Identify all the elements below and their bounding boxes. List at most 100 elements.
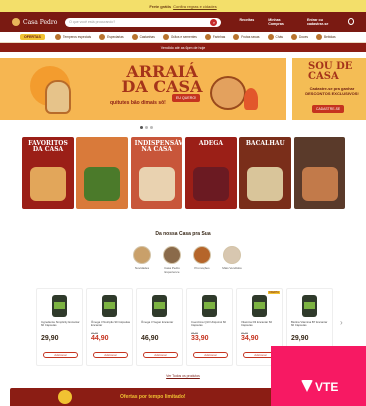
collection-card[interactable]: FAVORITOS DA CASA: [22, 137, 74, 209]
category-item[interactable]: Temperos especiais: [54, 34, 91, 40]
hero-main-banner[interactable]: ARRAIÁ DA CASA quitutes bão dimais sô! E…: [0, 58, 286, 120]
category-icon: [162, 34, 169, 40]
product-card[interactable]: Ômega 3 Vegan Encantar 46,90 Adicionar: [136, 288, 183, 366]
product-image: [102, 295, 117, 317]
card-image: [30, 167, 66, 201]
vtex-overlay: VTE: [271, 346, 366, 406]
category-icon: [267, 34, 274, 40]
nav-login[interactable]: Entrar ou cadastrar-se: [307, 18, 340, 26]
category-icon: [233, 34, 240, 40]
add-to-cart-button[interactable]: Adicionar: [143, 352, 178, 358]
collection-card[interactable]: [293, 137, 346, 209]
limited-offers-banner[interactable]: Ofertas por tempo limitado!: [10, 388, 310, 406]
category-icon: [204, 34, 211, 40]
product-card[interactable]: Coenzima Q10 Ubiquinol 60 Cápsulas 38,90…: [186, 288, 233, 366]
product-image: [152, 295, 167, 317]
product-name: Biotina Vitamina B7 Encantar 60 Cápsulas: [291, 320, 328, 328]
category-icon: [290, 34, 297, 40]
product-price: 46,90: [141, 335, 159, 342]
hero-cta-button[interactable]: EU QUERO!: [172, 94, 201, 102]
add-to-cart-button[interactable]: Adicionar: [93, 352, 128, 358]
product-price: 29,90: [291, 335, 309, 342]
category-item[interactable]: Farinhas: [204, 34, 225, 40]
collection-card[interactable]: [76, 137, 129, 209]
story-avatar: [163, 246, 181, 264]
section-title: Da nossa Casa pra Sua: [155, 231, 211, 237]
category-item[interactable]: Frutas secas: [233, 34, 260, 40]
product-image: [52, 295, 67, 317]
collection-cards: FAVORITOS DA CASA INDISPENSÁVEIS NA CASA…: [22, 137, 348, 209]
limited-offers-title: Ofertas por tempo limitado!: [120, 394, 186, 400]
announcement-text: Frete grátis: [149, 3, 172, 9]
product-price: 34,90: [241, 335, 259, 342]
character-illustration: [45, 80, 71, 114]
add-to-cart-button[interactable]: Adicionar: [43, 352, 78, 358]
announcement-bar: Frete grátis Confira regras e cidades: [0, 0, 366, 12]
product-card[interactable]: Ômega 3 Nutrição 90 Cápsulas Encantar 49…: [86, 288, 133, 366]
category-bar: OFERTAS Temperos especiais Especiarias C…: [0, 32, 366, 43]
logo-icon: [12, 18, 20, 26]
side-banner-title: SOU DE CASA: [308, 61, 353, 82]
collection-card[interactable]: BACALHAU: [239, 137, 292, 209]
collection-card[interactable]: ADEGA: [184, 137, 237, 209]
offer-badge: OFERTA: [267, 291, 280, 294]
product-image: [202, 295, 217, 317]
carousel-dots[interactable]: [140, 126, 155, 129]
nav-recipes[interactable]: Receitas: [239, 18, 254, 26]
collection-card[interactable]: INDISPENSÁVEIS NA CASA: [130, 137, 183, 209]
card-image: [247, 167, 284, 201]
search-icon[interactable]: ⌕: [210, 18, 218, 26]
category-icon: [131, 34, 138, 40]
category-item[interactable]: Especiarias: [99, 34, 124, 40]
story-item[interactable]: Novidades: [128, 246, 156, 274]
hero-title: ARRAIÁ DA CASA: [121, 62, 203, 96]
announcement-link[interactable]: Confira regras e cidades: [173, 4, 217, 9]
category-icon: [99, 34, 106, 40]
category-item[interactable]: Bebidas: [316, 34, 336, 40]
product-name: Ingrediente Simplicity Encantar 60 Cápsu…: [41, 320, 80, 328]
category-item[interactable]: Doces: [290, 34, 308, 40]
story-item[interactable]: Casa Pedro Experience: [158, 246, 186, 274]
category-item[interactable]: Chás: [267, 34, 283, 40]
category-icon: [316, 34, 323, 40]
product-card[interactable]: Ingrediente Simplicity Encantar 60 Cápsu…: [36, 288, 83, 366]
story-avatar: [193, 246, 211, 264]
product-name: Ômega 3 Nutrição 90 Cápsulas Encantar: [91, 320, 131, 328]
clock-icon: [58, 390, 72, 404]
category-icon: [54, 34, 61, 40]
product-name: Ômega 3 Vegan Encantar: [141, 320, 174, 324]
nav-my-orders[interactable]: Minhas Compras: [268, 18, 293, 26]
cart-icon[interactable]: [347, 18, 354, 25]
product-price: 33,90: [191, 335, 209, 342]
header-nav: Receitas Minhas Compras Entrar ou cadast…: [239, 18, 354, 26]
product-name: Vitamina D3 Encantar 60 Cápsulas: [241, 320, 273, 328]
search-input[interactable]: O que você está procurando? ⌕: [65, 17, 222, 27]
promo-strip: Vendido até as 6pm de hoje: [0, 43, 366, 52]
vtex-logo-icon: [301, 380, 313, 392]
card-image: [84, 167, 121, 201]
fire-illustration: [244, 88, 258, 110]
category-item[interactable]: Grãos e sementes: [162, 34, 197, 40]
card-image: [301, 167, 338, 201]
pot-illustration: [210, 76, 246, 110]
product-image: [252, 295, 267, 317]
brand-logo[interactable]: Casa Pedro: [12, 18, 65, 26]
product-image: [302, 295, 317, 317]
story-item[interactable]: Mais Vendidos: [218, 246, 246, 274]
card-image: [138, 167, 175, 201]
product-price: 29,90: [41, 335, 59, 342]
category-item[interactable]: Castanhas: [131, 34, 155, 40]
vtex-label: VTE: [315, 380, 339, 394]
add-to-cart-button[interactable]: Adicionar: [193, 352, 228, 358]
hero-subtitle: quitutes bão dimais sô!: [110, 100, 166, 106]
brand-name: Casa Pedro: [23, 18, 58, 26]
story-item[interactable]: Promoções: [188, 246, 216, 274]
hero-banner: ARRAIÁ DA CASA quitutes bão dimais sô! E…: [0, 58, 366, 120]
side-banner-cta[interactable]: CADASTRE-SE: [312, 105, 345, 113]
side-banner-text: Cadastre-se pra ganhar DESCONTOS EXCLUSI…: [305, 86, 359, 96]
hero-side-banner[interactable]: SOU DE CASA Cadastre-se pra ganhar DESCO…: [290, 58, 366, 120]
story-avatar: [133, 246, 151, 264]
product-price: 44,90: [91, 335, 109, 342]
chevron-right-icon[interactable]: ›: [340, 318, 343, 327]
ofertas-button[interactable]: OFERTAS: [20, 34, 45, 40]
